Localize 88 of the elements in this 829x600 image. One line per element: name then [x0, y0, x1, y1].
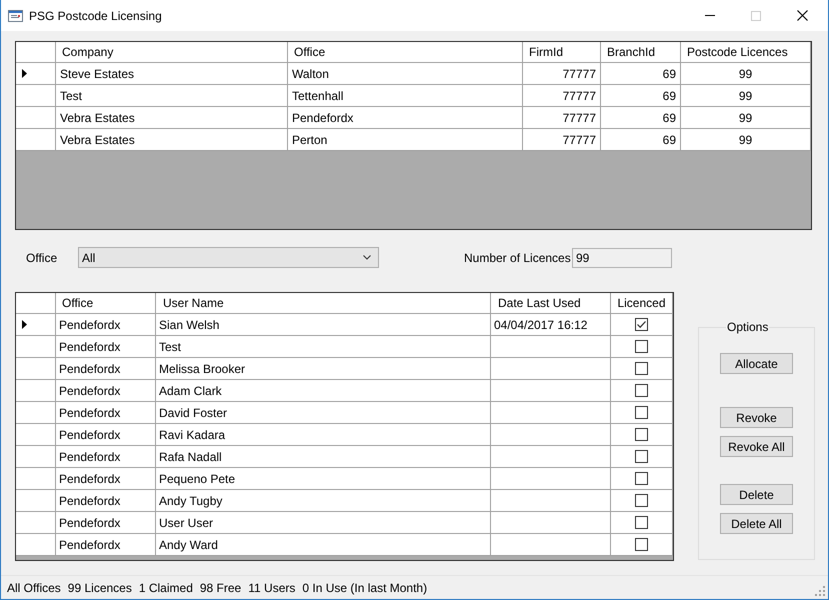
- minimize-icon: [705, 15, 715, 16]
- column-header[interactable]: Office: [288, 42, 523, 62]
- table-cell: 77777: [523, 63, 601, 84]
- caret-icon: [363, 255, 371, 260]
- status-text: 99 Licences: [68, 580, 132, 596]
- column-header[interactable]: Office: [56, 293, 156, 313]
- table-cell: 99: [681, 107, 811, 128]
- licenced-checkbox[interactable]: [635, 362, 648, 375]
- table-cell: Walton: [288, 63, 523, 84]
- table-cell: Vebra Estates: [56, 107, 288, 128]
- table-cell: Adam Clark: [156, 380, 491, 401]
- status-text: 0 In Use (In last Month): [302, 580, 428, 596]
- licenced-checkbox[interactable]: [635, 340, 648, 353]
- table-cell: Pendefordx: [56, 358, 156, 379]
- row-pointer-icon: [22, 69, 27, 78]
- licences-label: Number of Licences: [464, 250, 571, 266]
- column-header[interactable]: User Name: [156, 293, 491, 313]
- group-title: Options: [726, 320, 770, 334]
- column-header[interactable]: Postcode Licences: [681, 42, 811, 62]
- table-cell: Steve Estates: [56, 63, 288, 84]
- column-header[interactable]: FirmId: [523, 42, 601, 62]
- row-pointer-icon: [22, 320, 27, 329]
- app-window-icon: [8, 10, 23, 22]
- table-cell: Pendefordx: [56, 424, 156, 445]
- table-cell: Pequeno Pete: [156, 468, 491, 489]
- table-cell: Andy Tugby: [156, 490, 491, 511]
- table-cell: Test: [56, 85, 288, 106]
- table-cell: Pendefordx: [288, 107, 523, 128]
- maximize-icon: [751, 10, 761, 20]
- table-cell: Pendefordx: [56, 314, 156, 335]
- table-cell: Vebra Estates: [56, 129, 288, 150]
- column-header[interactable]: Licenced: [611, 293, 673, 313]
- licenced-checkbox[interactable]: [635, 472, 648, 485]
- table-cell: 77777: [523, 107, 601, 128]
- table-cell: Ravi Kadara: [156, 424, 491, 445]
- table-cell: Test: [156, 336, 491, 357]
- office-label: Office: [26, 250, 58, 266]
- licenced-checkbox[interactable]: [635, 494, 648, 507]
- table-cell: Pendefordx: [56, 446, 156, 467]
- table-cell: 69: [601, 63, 681, 84]
- table-cell: 69: [601, 85, 681, 106]
- table-cell: Pendefordx: [56, 468, 156, 489]
- status-text: All Offices: [7, 580, 61, 596]
- table-cell: Pendefordx: [56, 336, 156, 357]
- action-button[interactable]: Delete All: [720, 513, 793, 534]
- column-header[interactable]: Company: [56, 42, 288, 62]
- table-cell: 99: [681, 63, 811, 84]
- column-header[interactable]: BranchId: [601, 42, 681, 62]
- table-cell: Melissa Brooker: [156, 358, 491, 379]
- table-cell: Rafa Nadall: [156, 446, 491, 467]
- action-button[interactable]: Revoke: [720, 407, 793, 428]
- licenced-checkbox[interactable]: [635, 428, 648, 441]
- office-dropdown[interactable]: All: [78, 247, 379, 268]
- licenced-checkbox[interactable]: [635, 516, 648, 529]
- table-cell: Perton: [288, 129, 523, 150]
- table-cell: 77777: [523, 85, 601, 106]
- resize-grip-icon[interactable]: [815, 586, 825, 596]
- licenced-checkbox[interactable]: [635, 450, 648, 463]
- licenced-checkbox[interactable]: [635, 406, 648, 419]
- status-text: 1 Claimed: [138, 580, 193, 596]
- table-cell: David Foster: [156, 402, 491, 423]
- licenced-checkbox[interactable]: [635, 538, 648, 551]
- table-cell: 69: [601, 129, 681, 150]
- licenced-checkbox[interactable]: [635, 384, 648, 397]
- table-cell: Pendefordx: [56, 512, 156, 533]
- table-cell: Pendefordx: [56, 490, 156, 511]
- window-title: PSG Postcode Licensing: [29, 8, 162, 24]
- close-icon: [796, 10, 808, 21]
- table-cell: Pendefordx: [56, 402, 156, 423]
- action-button[interactable]: Allocate: [720, 353, 793, 374]
- table-cell: Tettenhall: [288, 85, 523, 106]
- licences-field[interactable]: 99: [572, 248, 672, 268]
- table-cell: Sian Welsh: [156, 314, 491, 335]
- table-cell: User User: [156, 512, 491, 533]
- status-text: 11 Users: [248, 580, 296, 596]
- table-cell: Pendefordx: [56, 380, 156, 401]
- table-cell: 69: [601, 107, 681, 128]
- licenced-checkbox[interactable]: [635, 318, 648, 331]
- column-header[interactable]: Date Last Used: [491, 293, 611, 313]
- table-cell: 99: [681, 85, 811, 106]
- table-cell: 77777: [523, 129, 601, 150]
- action-button[interactable]: Revoke All: [720, 436, 793, 457]
- table-cell: Andy Ward: [156, 534, 491, 555]
- action-button[interactable]: Delete: [720, 484, 793, 505]
- status-text: 98 Free: [200, 580, 242, 596]
- table-cell: 99: [681, 129, 811, 150]
- table-cell: 04/04/2017 16:12: [491, 314, 611, 335]
- table-cell: Pendefordx: [56, 534, 156, 555]
